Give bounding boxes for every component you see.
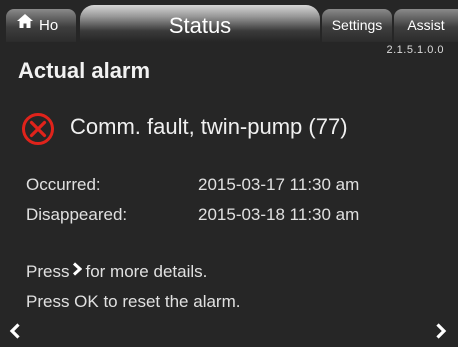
alarm-x-circle-icon (21, 112, 55, 146)
page-title: Actual alarm (18, 58, 151, 83)
chevron-right-icon[interactable] (434, 322, 448, 340)
tab-status[interactable]: Status (80, 5, 320, 42)
tab-settings[interactable]: Settings (322, 9, 392, 42)
tab-status-label: Status (168, 13, 232, 38)
tab-home[interactable]: Ho (6, 9, 76, 42)
disappeared-value: 2015-03-18 11:30 am (198, 205, 360, 224)
pump-display-screen: Ho Status Settings Assist 2.1.5.1.0.0 Ac… (0, 0, 458, 347)
hint-details: Press for more details. (26, 262, 207, 282)
tab-home-label: Ho (39, 17, 59, 34)
alarm-description: Comm. fault, twin-pump (77) (70, 114, 348, 139)
tab-bar: Ho Status Settings Assist (0, 0, 458, 42)
tab-settings-label: Settings (331, 17, 383, 33)
home-icon (16, 9, 34, 41)
disappeared-row: Disappeared: 2015-03-18 11:30 am (26, 205, 359, 225)
tab-assist-label: Assist (407, 17, 445, 33)
occurred-row: Occurred: 2015-03-17 11:30 am (26, 175, 359, 195)
software-version: 2.1.5.1.0.0 (386, 44, 444, 56)
occurred-value: 2015-03-17 11:30 am (198, 175, 360, 194)
chevron-right-icon (72, 261, 83, 281)
disappeared-label: Disappeared: (26, 205, 128, 224)
occurred-label: Occurred: (26, 175, 101, 194)
tab-assist[interactable]: Assist (394, 9, 458, 42)
chevron-left-icon[interactable] (8, 322, 22, 340)
hint-reset: Press OK to reset the alarm. (26, 292, 241, 311)
hint-details-prefix: Press (26, 262, 70, 281)
hint-details-suffix: for more details. (85, 262, 208, 281)
